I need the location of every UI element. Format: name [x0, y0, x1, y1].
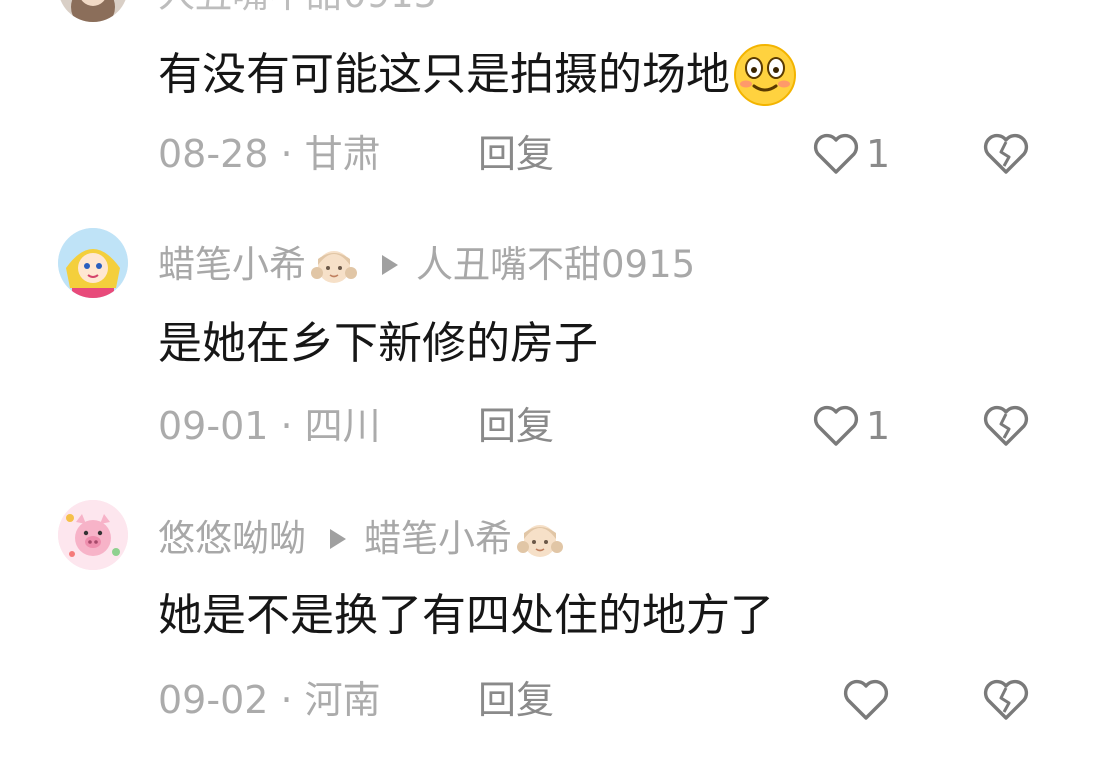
reply-to-username[interactable]: 人丑嘴不甜0915	[158, 0, 437, 20]
comment-text: 有没有可能这只是拍摄的场地	[158, 42, 798, 108]
avatar[interactable]	[58, 0, 128, 22]
smiley-emoji	[732, 42, 798, 108]
comment-header: 悠悠呦呦 蜡笔小希	[158, 514, 564, 564]
like-button[interactable]	[838, 672, 894, 728]
broken-heart-icon	[983, 679, 1029, 720]
like-button[interactable]: 1	[808, 398, 890, 454]
girl-emoji	[516, 515, 564, 563]
girl-emoji	[310, 241, 358, 289]
like-count: 1	[866, 132, 891, 176]
avatar[interactable]	[58, 228, 128, 298]
username[interactable]: 蜡笔小希	[158, 240, 306, 290]
play-triangle-icon	[330, 529, 346, 549]
broken-heart-icon	[983, 405, 1029, 446]
comment-date-location: 09-02 · 河南	[158, 678, 381, 722]
comment-text-content: 是她在乡下新修的房子	[158, 318, 598, 369]
dislike-button[interactable]	[978, 672, 1034, 728]
heart-outline-icon	[813, 405, 859, 446]
username[interactable]: 悠悠呦呦	[158, 514, 306, 564]
heart-outline-icon	[813, 133, 859, 174]
comment-text: 她是不是换了有四处住的地方了	[158, 586, 774, 646]
username-partial[interactable]: 人丑嘴不甜0915	[158, 0, 437, 20]
reply-to-username[interactable]: 人丑嘴不甜0915	[416, 240, 695, 290]
broken-heart-icon	[983, 133, 1029, 174]
avatar[interactable]	[58, 500, 128, 570]
comment-date-location: 09-01 · 四川	[158, 404, 381, 448]
comment-header: 蜡笔小希 人丑嘴不甜0915	[158, 240, 695, 290]
comment-text-content: 有没有可能这只是拍摄的场地	[158, 49, 730, 100]
like-button[interactable]: 1	[808, 126, 890, 182]
comment-date-location: 08-28 · 甘肃	[158, 132, 381, 176]
comment-text: 是她在乡下新修的房子	[158, 314, 598, 374]
reply-to-username[interactable]: 蜡笔小希	[364, 514, 512, 564]
play-triangle-icon	[382, 255, 398, 275]
comment-text-content: 她是不是换了有四处住的地方了	[158, 590, 774, 641]
reply-button[interactable]: 回复	[478, 126, 554, 182]
like-count: 1	[866, 404, 891, 448]
reply-button[interactable]: 回复	[478, 672, 554, 728]
dislike-button[interactable]	[978, 126, 1034, 182]
reply-button[interactable]: 回复	[478, 398, 554, 454]
heart-outline-icon	[843, 679, 889, 720]
dislike-button[interactable]	[978, 398, 1034, 454]
